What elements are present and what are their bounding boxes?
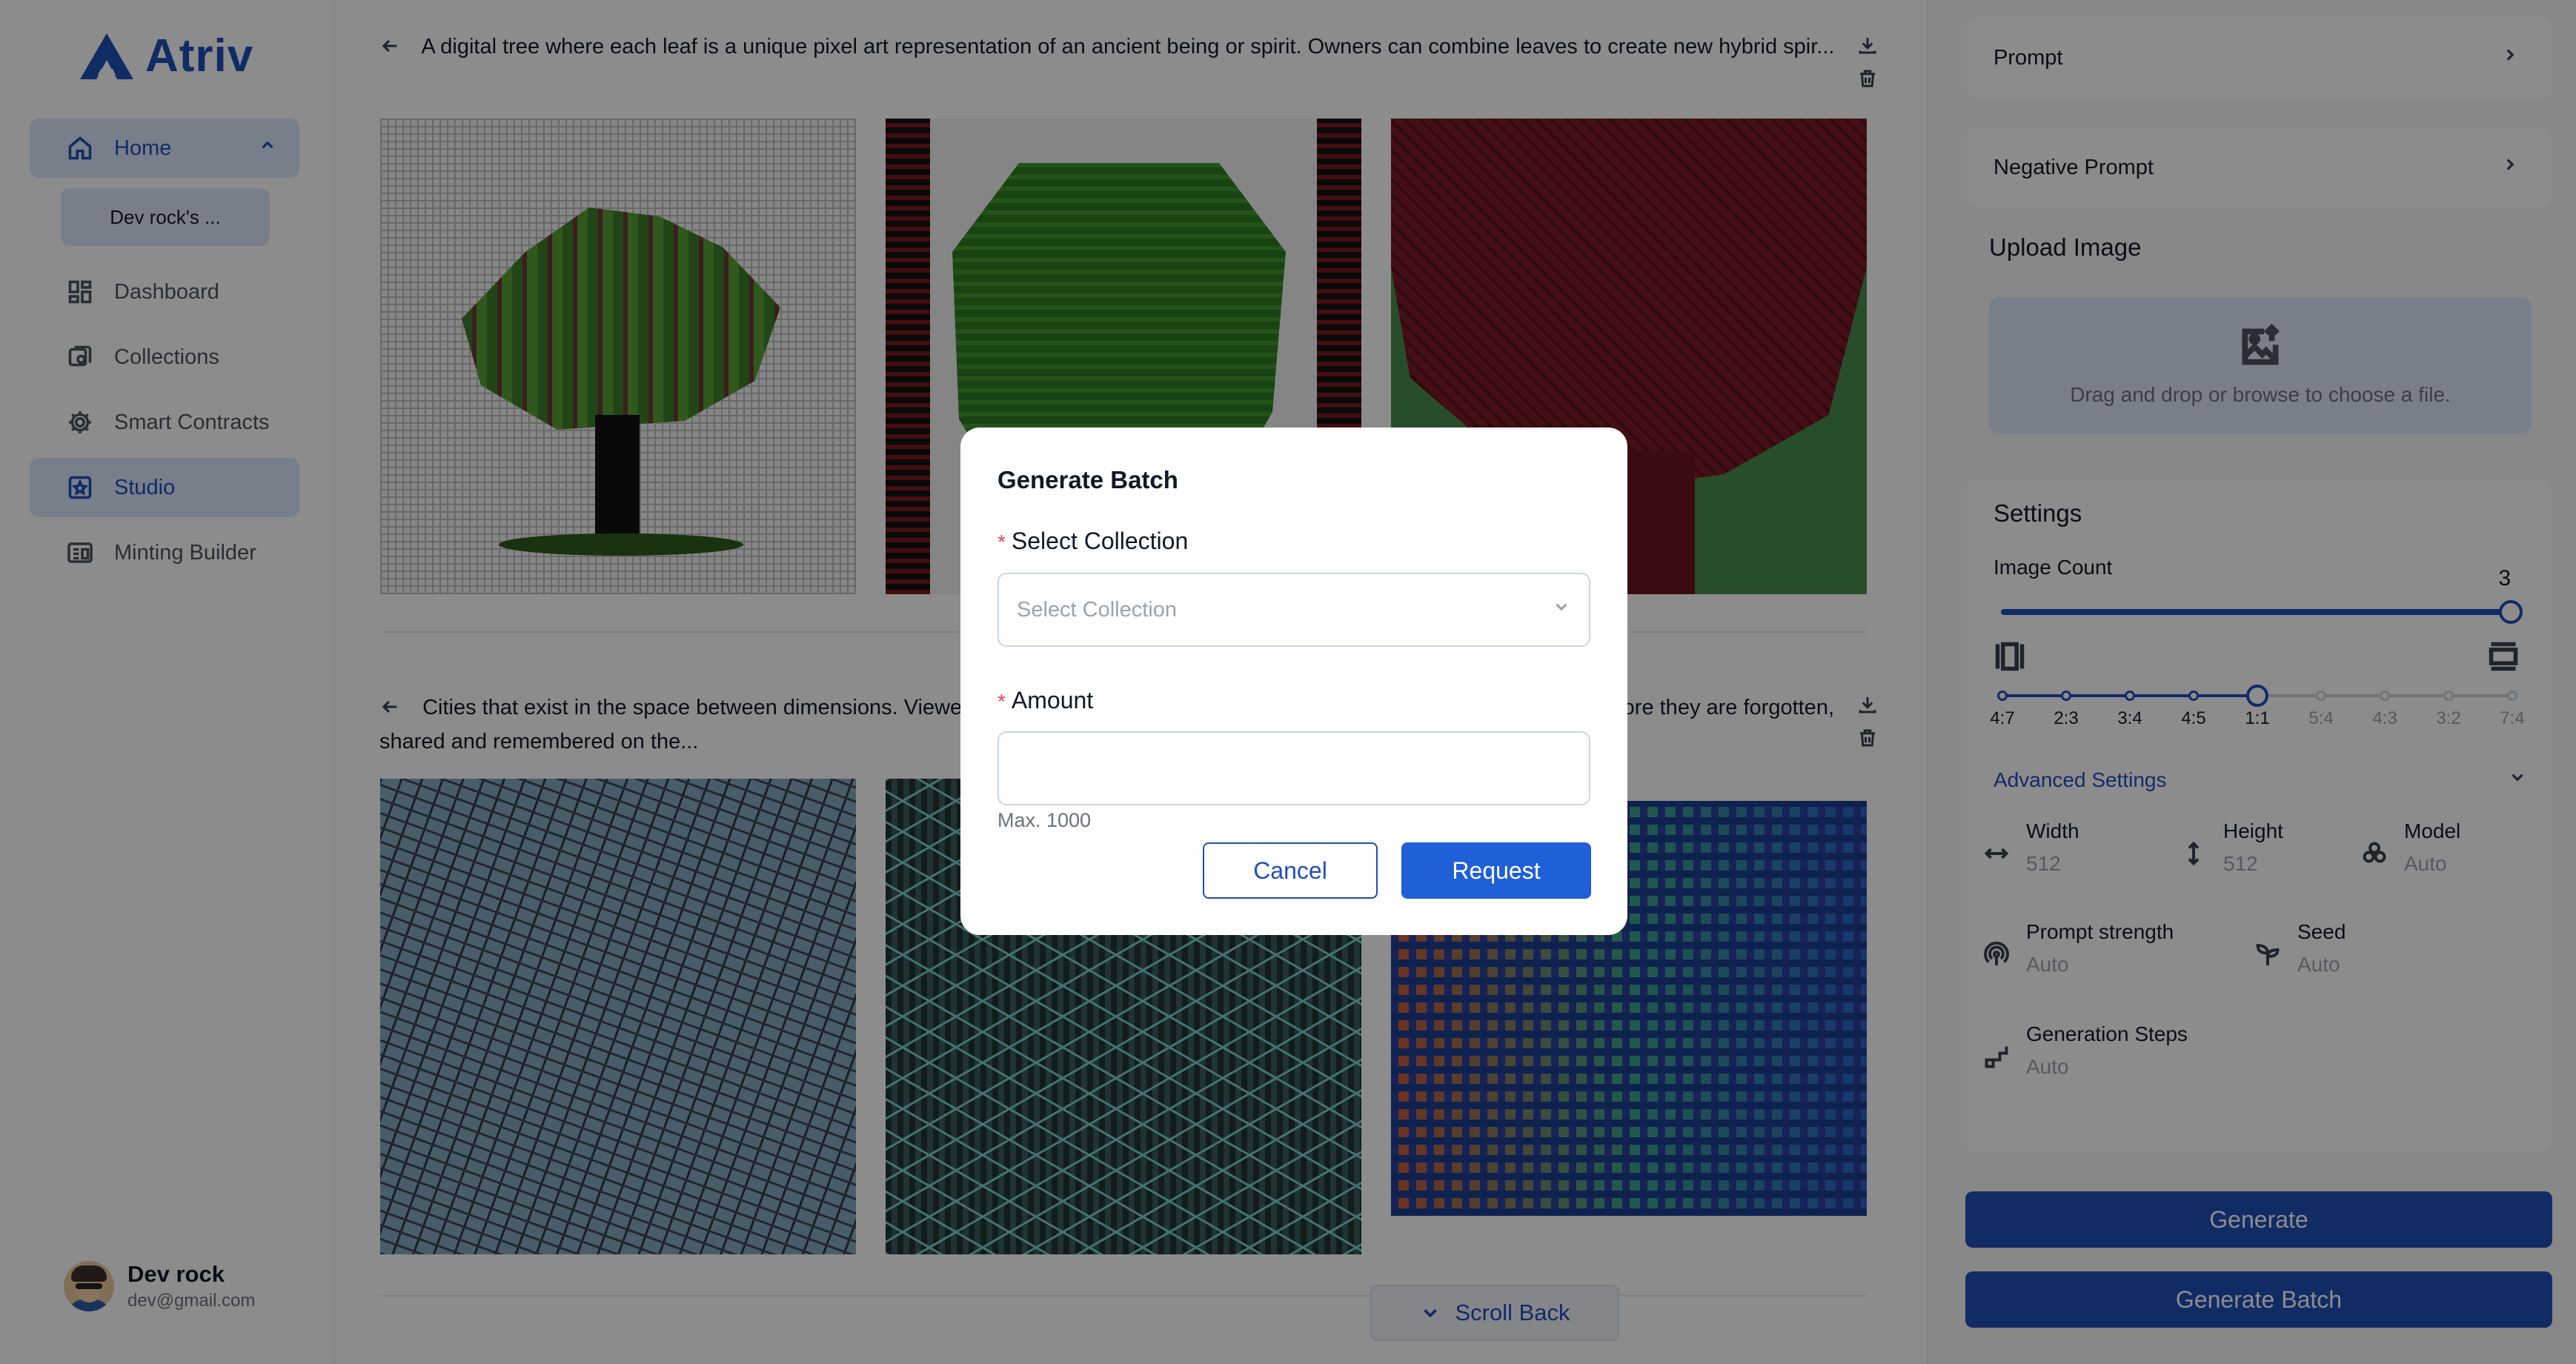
required-asterisk: * <box>997 530 1006 553</box>
amount-label: * Amount <box>997 687 1094 713</box>
cancel-button[interactable]: Cancel <box>1203 842 1378 899</box>
chevron-down-icon <box>1552 597 1571 622</box>
required-asterisk: * <box>997 690 1006 713</box>
amount-input[interactable] <box>997 731 1590 805</box>
amount-hint: Max. 1000 <box>997 809 1092 831</box>
collection-select[interactable]: Select Collection <box>997 573 1590 647</box>
request-button[interactable]: Request <box>1401 842 1591 899</box>
modal-title: Generate Batch <box>997 466 1178 493</box>
collection-select-placeholder: Select Collection <box>1017 597 1177 622</box>
select-collection-label: * Select Collection <box>997 528 1189 554</box>
generate-batch-modal: Generate Batch * Select Collection Select… <box>960 428 1627 935</box>
